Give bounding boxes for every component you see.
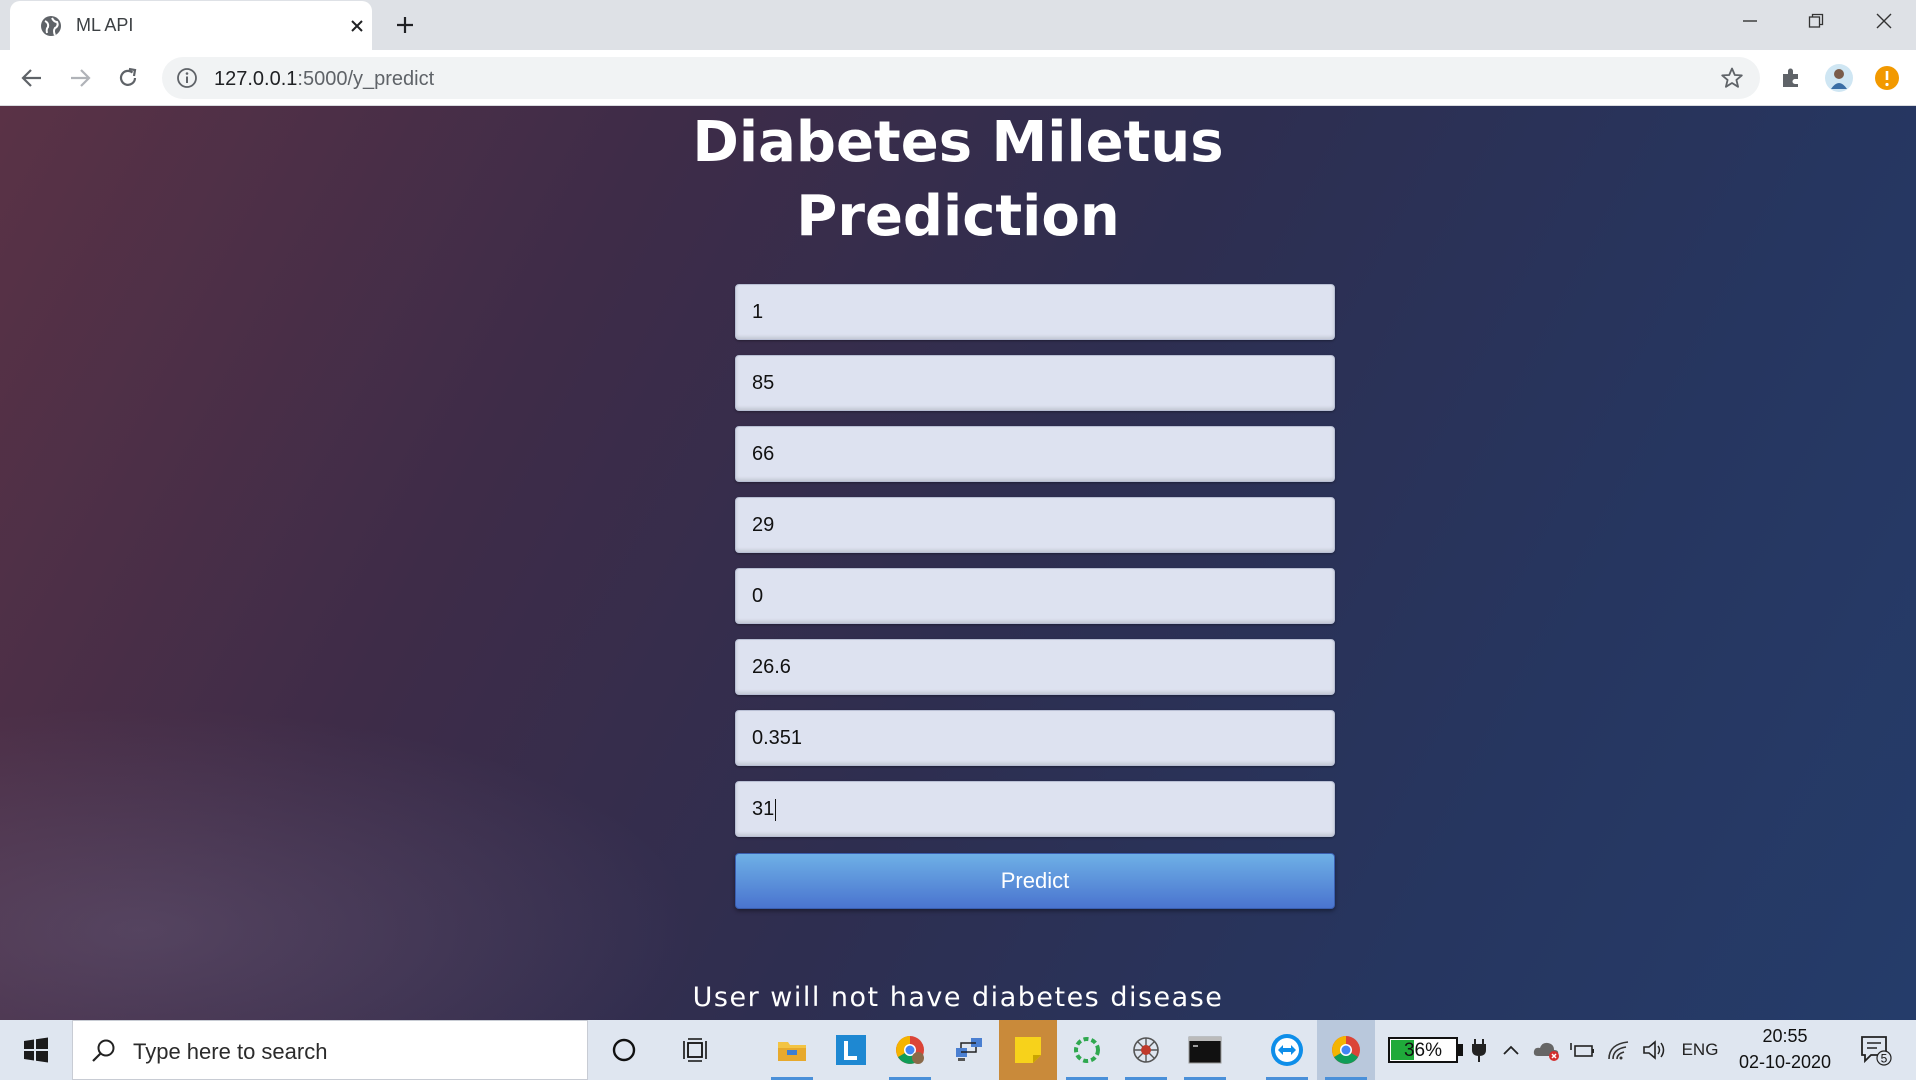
taskbar: Type here to search 36% ENG 20:55 02-10-… [0, 1020, 1916, 1080]
close-tab-icon[interactable] [344, 13, 370, 39]
l-app-icon[interactable] [822, 1020, 880, 1080]
battery-icon: 36% [1388, 1037, 1458, 1063]
profile-avatar[interactable] [1824, 63, 1854, 93]
chrome-profile-icon[interactable] [881, 1020, 939, 1080]
input-value: 29 [752, 514, 775, 536]
input-field-7[interactable]: 0.351 [735, 710, 1335, 766]
power-plug-icon[interactable] [1468, 1020, 1490, 1080]
network-tool-icon[interactable] [940, 1020, 998, 1080]
input-field-4[interactable]: 29 [735, 497, 1335, 553]
input-field-2[interactable]: 85 [735, 355, 1335, 411]
browser-tab[interactable]: ML API [10, 1, 372, 50]
clock-time: 20:55 [1762, 1026, 1808, 1046]
input-value: 0.351 [752, 727, 803, 749]
input-field-5[interactable]: 0 [735, 568, 1335, 624]
battery-percent: 36% [1403, 1040, 1443, 1061]
input-value: 0 [752, 585, 764, 607]
input-field-3[interactable]: 66 [735, 426, 1335, 482]
page-title: Diabetes Miletus Prediction [558, 106, 1358, 254]
title-line-2: Prediction [796, 184, 1120, 249]
text-caret [775, 798, 777, 821]
background-glow [0, 706, 700, 1020]
spider-app-icon[interactable] [1117, 1020, 1175, 1080]
cortana-icon[interactable] [595, 1020, 653, 1080]
title-line-1: Diabetes Miletus [692, 110, 1224, 175]
input-field-8[interactable]: 31 [735, 781, 1335, 837]
battery-tip [1458, 1044, 1463, 1056]
notification-center-icon[interactable]: 5 [1852, 1020, 1900, 1080]
close-window-icon[interactable] [1852, 0, 1916, 42]
browser-tabstrip: ML API [0, 0, 1916, 50]
input-value: 26.6 [752, 656, 791, 678]
teamviewer-icon[interactable] [1258, 1020, 1316, 1080]
forward-arrow-icon[interactable] [62, 60, 98, 96]
input-field-6[interactable]: 26.6 [735, 639, 1335, 695]
input-value: 31 [752, 798, 775, 820]
battery-saver-icon[interactable] [1568, 1020, 1598, 1080]
input-value: 85 [752, 372, 775, 394]
restore-icon[interactable] [1784, 0, 1848, 42]
url-path: :5000/y_predict [297, 68, 435, 90]
input-value: 66 [752, 443, 775, 465]
clock-date: 02-10-2020 [1738, 1052, 1832, 1072]
language-indicator[interactable]: ENG [1676, 1020, 1724, 1080]
task-view-icon[interactable] [667, 1020, 725, 1080]
url-host: 127.0.0.1 [214, 68, 298, 90]
onedrive-error-icon[interactable] [1530, 1020, 1564, 1080]
input-field-1[interactable]: 1 [735, 284, 1335, 340]
extensions-puzzle-icon[interactable] [1776, 63, 1806, 93]
search-placeholder: Type here to search [133, 1039, 328, 1064]
notification-count: 5 [1881, 1052, 1888, 1066]
new-tab-icon[interactable] [390, 10, 420, 40]
chrome-icon[interactable] [1317, 1020, 1375, 1080]
tab-title: ML API [76, 15, 134, 35]
update-alert-icon[interactable] [1872, 63, 1902, 93]
address-bar[interactable]: 127.0.0.1:5000/y_predict [162, 57, 1760, 99]
chevron-up-icon[interactable] [1498, 1020, 1524, 1080]
sticky-notes-icon[interactable] [999, 1020, 1057, 1080]
minimize-icon[interactable] [1718, 0, 1782, 42]
terminal-icon[interactable] [1176, 1020, 1234, 1080]
windows-start-icon[interactable] [0, 1020, 72, 1080]
reload-icon[interactable] [110, 60, 146, 96]
spinner-app-icon[interactable] [1058, 1020, 1116, 1080]
prediction-result: User will not have diabetes disease [692, 982, 1224, 1013]
bookmark-star-icon[interactable] [1720, 66, 1744, 90]
url-text: 127.0.0.1:5000/y_predict [214, 68, 434, 91]
file-explorer-icon[interactable] [763, 1020, 821, 1080]
search-icon [92, 1039, 115, 1062]
wifi-icon[interactable] [1604, 1020, 1634, 1080]
browser-toolbar: 127.0.0.1:5000/y_predict [0, 50, 1916, 106]
back-arrow-icon[interactable] [14, 60, 50, 96]
page-content: Diabetes Miletus Prediction 1 85 66 29 0… [0, 106, 1916, 1020]
info-icon[interactable] [176, 67, 198, 89]
volume-icon[interactable] [1640, 1020, 1670, 1080]
taskbar-search-box[interactable]: Type here to search [72, 1020, 588, 1080]
predict-button[interactable]: Predict [735, 853, 1335, 909]
input-value: 1 [752, 301, 764, 323]
globe-icon [41, 16, 61, 36]
